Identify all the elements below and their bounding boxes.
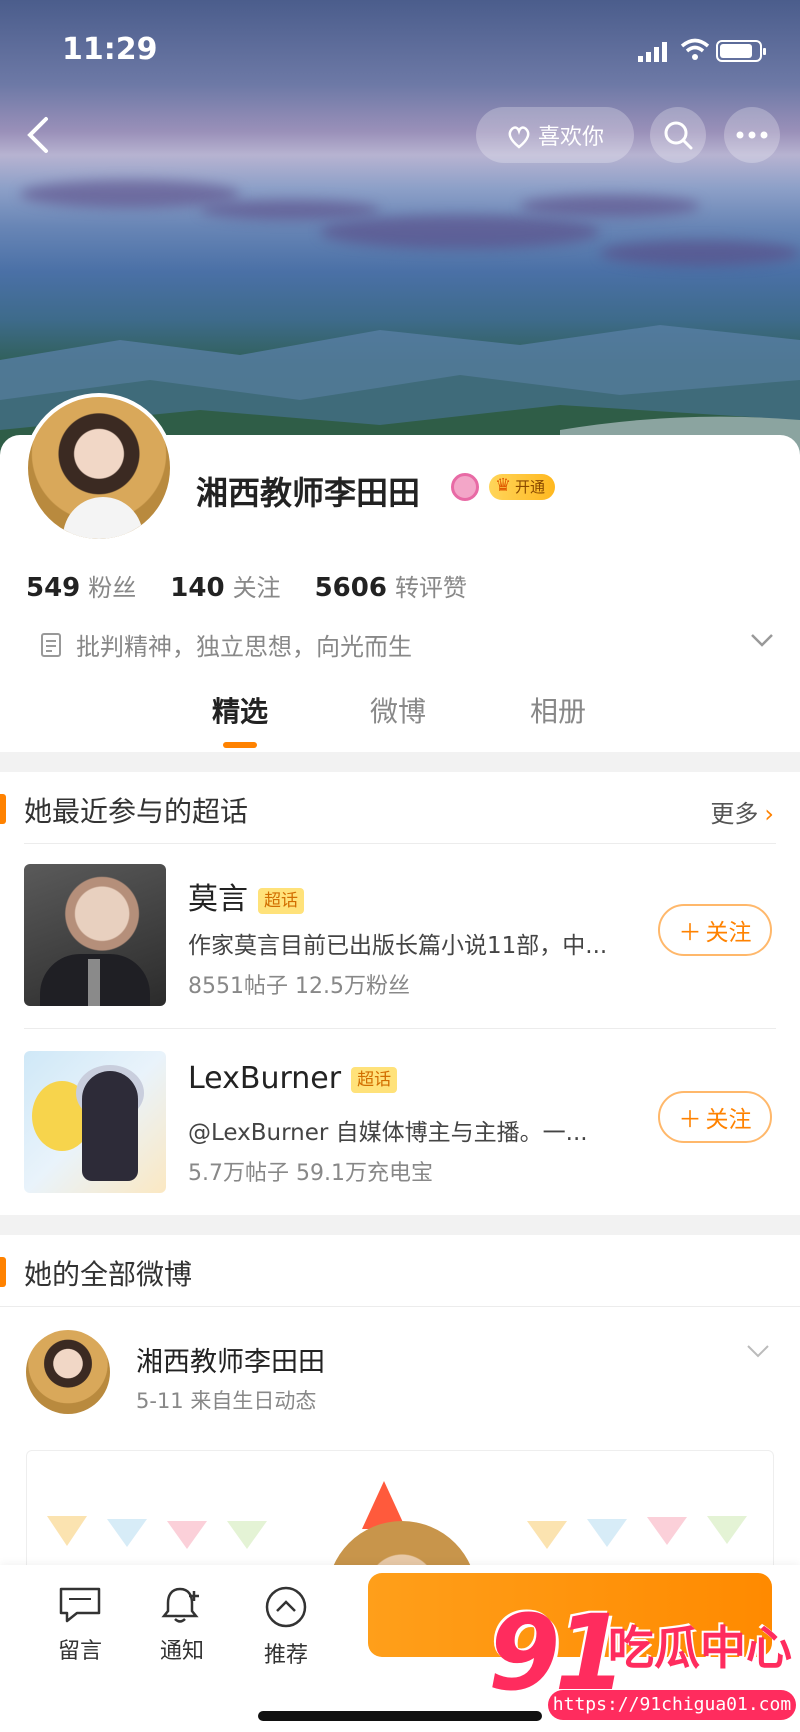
topic-meta: 5.7万帖子 59.1万充电宝	[188, 1161, 433, 1186]
stat-interactions[interactable]: 5606 转评赞	[315, 568, 467, 603]
follow-label: 关注	[705, 920, 752, 946]
super-topics-header: 她最近参与的超话 更多 ›	[0, 772, 800, 844]
weibo-profile-page: 11:29 喜欢你 湘西教师李田田 开通	[0, 0, 800, 1732]
topic-description: @LexBurner 自媒体博主与主播。一...	[188, 1120, 588, 1146]
section-divider	[0, 752, 800, 772]
profile-stats: 549 粉丝 140 关注 5606 转评赞	[26, 568, 467, 603]
stat-value: 5606	[314, 573, 387, 603]
profile-bio[interactable]: 批判精神，独立思想，向光而生	[40, 627, 412, 662]
watermark-brand: 吃瓜中心	[608, 1621, 792, 1675]
like-you-button[interactable]: 喜欢你	[476, 107, 634, 163]
topic-thumbnail	[24, 864, 166, 1006]
search-button[interactable]	[650, 107, 706, 163]
stat-label: 关注	[232, 574, 281, 602]
topic-meta: 8551帖子 12.5万粉丝	[188, 974, 410, 999]
more-dots-icon	[736, 131, 768, 139]
vip-open-badge[interactable]: 开通	[489, 473, 556, 500]
stat-label: 转评赞	[394, 574, 467, 602]
more-label: 更多	[710, 800, 759, 828]
post-author-name[interactable]: 湘西教师李田田	[136, 1340, 325, 1379]
search-icon	[664, 121, 693, 150]
site-watermark: 91 吃瓜中心 https://91chigua01.com	[488, 1592, 800, 1732]
super-topic-tag: 超话	[351, 1066, 398, 1093]
active-tab-indicator	[223, 742, 257, 748]
topic-name-row: 莫言 超话	[188, 874, 304, 918]
row-divider	[0, 1306, 800, 1307]
topic-description: 作家莫言目前已出版长篇小说11部，中...	[188, 933, 608, 959]
stat-label: 粉丝	[88, 574, 137, 602]
recommend-button[interactable]: 推荐	[246, 1585, 326, 1669]
stat-followers[interactable]: 549 粉丝	[26, 568, 136, 603]
message-board-button[interactable]: 留言	[40, 1585, 120, 1665]
watermark-url: https://91chigua01.com	[548, 1690, 796, 1720]
profile-name: 湘西教师李田田	[196, 474, 421, 512]
section-accent-bar	[0, 1257, 6, 1287]
follow-label: 关注	[705, 1107, 752, 1133]
chevron-down-icon[interactable]	[750, 632, 774, 648]
topic-name: 莫言	[188, 882, 248, 917]
bell-plus-icon	[161, 1587, 199, 1623]
topic-name-row: LexBurner 超话	[188, 1061, 398, 1096]
stat-value: 549	[26, 573, 81, 603]
section-title: 她最近参与的超话	[24, 795, 249, 828]
chat-bubble-icon	[59, 1587, 101, 1623]
follow-topic-button[interactable]: ＋关注	[658, 1091, 772, 1143]
wifi-icon	[680, 38, 710, 60]
section-title: 她的全部微博	[24, 1258, 193, 1291]
more-options-button[interactable]	[724, 107, 780, 163]
plus-icon: ＋	[678, 1107, 702, 1133]
status-time: 11:29	[62, 32, 158, 67]
like-you-label: 喜欢你	[537, 125, 604, 150]
chevron-down-icon[interactable]	[746, 1343, 770, 1359]
chevron-up-circle-icon	[265, 1586, 307, 1628]
tool-label: 推荐	[263, 1643, 308, 1668]
topic-item-lexburner[interactable]: LexBurner 超话 @LexBurner 自媒体博主与主播。一... 5.7…	[0, 1035, 800, 1205]
cellular-signal-icon	[638, 42, 667, 62]
document-icon	[41, 632, 61, 657]
profile-tabs: 精选 微博 相册	[0, 690, 800, 750]
verified-badge-icon[interactable]	[451, 473, 479, 501]
chevron-right-icon: ›	[764, 800, 774, 828]
super-topic-tag: 超话	[258, 887, 304, 914]
hand-heart-icon	[508, 126, 530, 149]
stat-value: 140	[170, 573, 225, 603]
bio-text: 批判精神，独立思想，向光而生	[76, 633, 412, 661]
tab-featured[interactable]: 精选	[212, 690, 268, 730]
tab-album[interactable]: 相册	[530, 690, 586, 730]
topic-name: LexBurner	[188, 1061, 342, 1096]
battery-icon	[716, 40, 766, 62]
post-meta: 5-11 来自生日动态	[136, 1389, 317, 1413]
plus-icon: ＋	[678, 920, 702, 946]
notify-button[interactable]: 通知	[142, 1585, 222, 1665]
more-topics-link[interactable]: 更多 ›	[710, 794, 774, 829]
post-author-avatar[interactable]	[26, 1330, 110, 1414]
tool-label: 留言	[57, 1639, 102, 1664]
status-bar: 11:29	[0, 28, 800, 68]
section-divider	[0, 1215, 800, 1235]
tool-label: 通知	[159, 1639, 204, 1664]
topic-thumbnail	[24, 1051, 166, 1193]
profile-avatar[interactable]	[24, 393, 174, 543]
section-accent-bar	[0, 794, 6, 824]
stat-following[interactable]: 140 关注	[170, 568, 280, 603]
tab-weibo[interactable]: 微博	[370, 690, 426, 730]
topic-item-moyan[interactable]: 莫言 超话 作家莫言目前已出版长篇小说11部，中... 8551帖子 12.5万粉…	[0, 848, 800, 1018]
all-weibo-header: 她的全部微博	[0, 1235, 800, 1307]
row-divider	[24, 843, 776, 844]
follow-topic-button[interactable]: ＋关注	[658, 904, 772, 956]
back-arrow-icon[interactable]	[20, 115, 60, 155]
row-divider	[24, 1028, 776, 1029]
